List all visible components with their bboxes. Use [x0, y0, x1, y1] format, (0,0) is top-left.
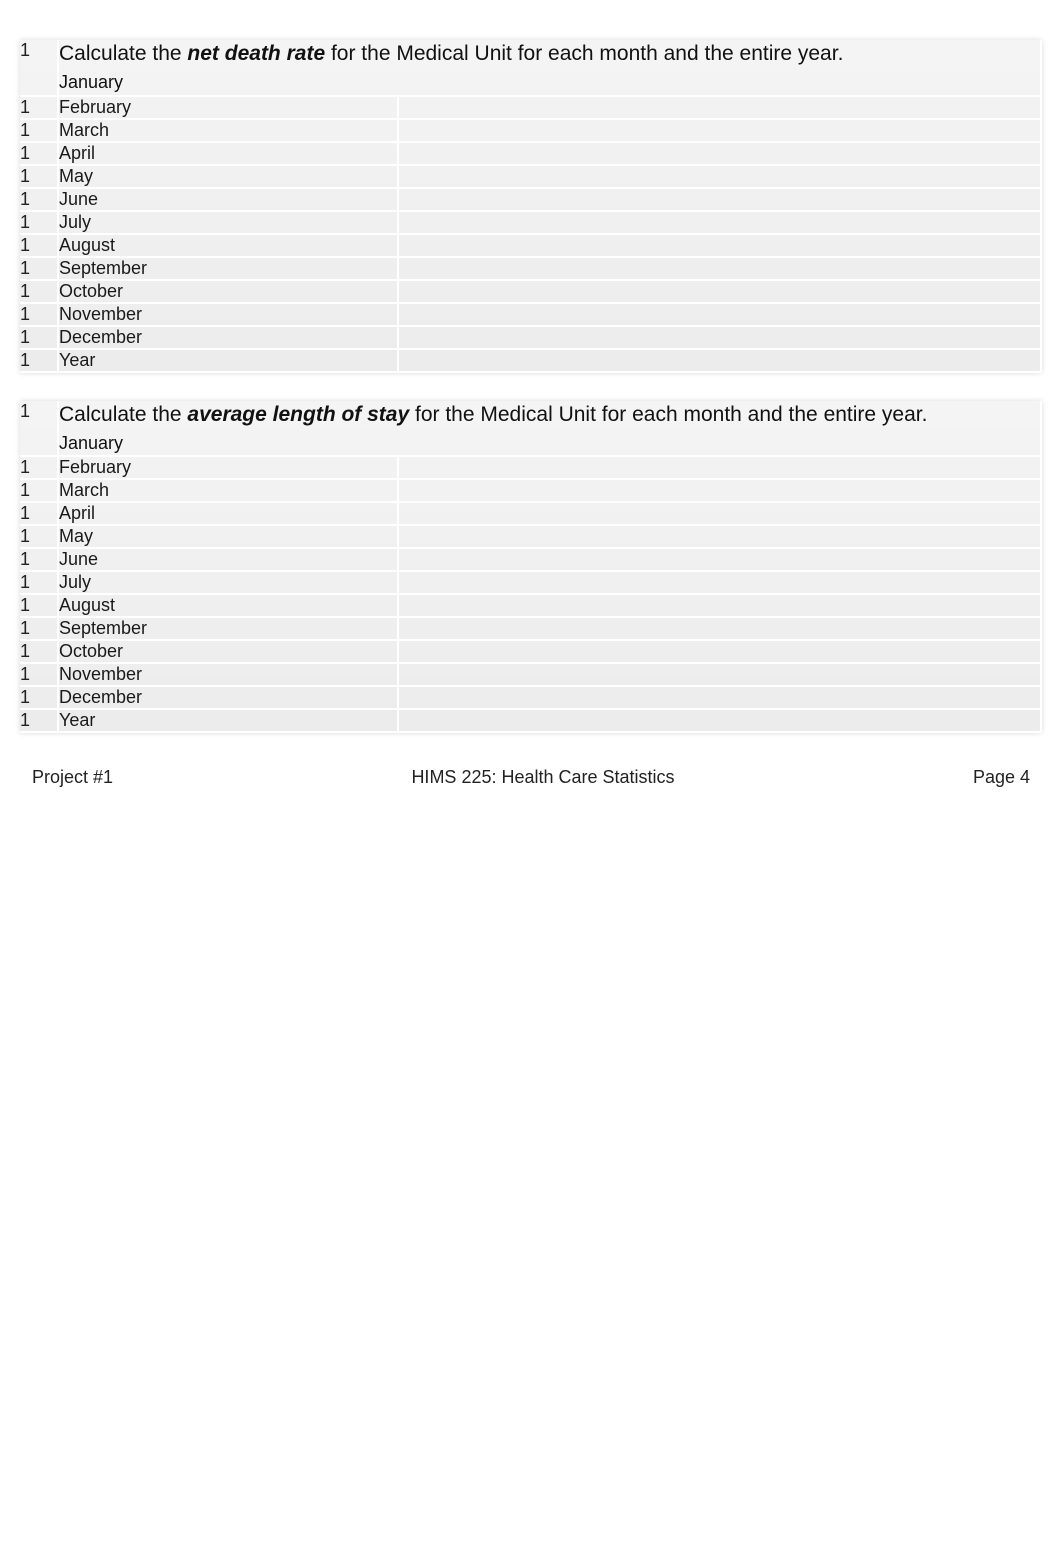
month-label: February — [58, 456, 398, 479]
month-label: June — [58, 548, 398, 571]
month-label: Year — [58, 709, 398, 732]
row-number: 1 — [20, 96, 58, 119]
month-label: September — [58, 257, 398, 280]
answer-cell[interactable] — [398, 303, 1041, 326]
month-label: August — [58, 234, 398, 257]
answer-cell[interactable] — [398, 234, 1041, 257]
month-label: October — [58, 280, 398, 303]
row-number: 1 — [20, 502, 58, 525]
month-label: April — [58, 142, 398, 165]
prompt-pre: Calculate the — [59, 403, 187, 426]
answer-cell[interactable] — [398, 326, 1041, 349]
answer-cell[interactable] — [398, 502, 1041, 525]
answer-cell[interactable] — [398, 211, 1041, 234]
answer-cell[interactable] — [398, 188, 1041, 211]
row-number: 1 — [20, 326, 58, 349]
row-number: 1 — [20, 119, 58, 142]
row-number: 1 — [20, 165, 58, 188]
answer-cell[interactable] — [398, 663, 1041, 686]
footer-right: Page 4 — [973, 767, 1030, 788]
answer-cell[interactable] — [398, 142, 1041, 165]
row-number: 1 — [20, 640, 58, 663]
row-number: 1 — [20, 456, 58, 479]
row-number: 1 — [20, 663, 58, 686]
row-number: 1 — [20, 303, 58, 326]
prompt-bold: average length of stay — [187, 403, 409, 426]
row-number: 1 — [20, 548, 58, 571]
month-label: July — [58, 211, 398, 234]
month-label: December — [58, 326, 398, 349]
row-number: 1 — [20, 234, 58, 257]
page-footer: Project #1 HIMS 225: Health Care Statist… — [20, 761, 1042, 788]
answer-cell[interactable] — [398, 640, 1041, 663]
row-number: 1 — [20, 479, 58, 502]
section-net-death-rate: 1 Calculate the net death rate for the M… — [20, 40, 1042, 373]
row-number: 1 — [20, 686, 58, 709]
month-label: November — [58, 303, 398, 326]
month-label: June — [58, 188, 398, 211]
answer-cell[interactable] — [398, 686, 1041, 709]
month-label: September — [58, 617, 398, 640]
month-label: May — [58, 165, 398, 188]
month-label: November — [58, 663, 398, 686]
answer-cell[interactable] — [398, 456, 1041, 479]
month-label: Year — [58, 349, 398, 372]
prompt-bold: net death rate — [187, 42, 325, 65]
month-label: August — [58, 594, 398, 617]
row-number: 1 — [20, 142, 58, 165]
month-label: April — [58, 502, 398, 525]
prompt-post: for the Medical Unit for each month and … — [409, 403, 927, 426]
row-number: 1 — [20, 594, 58, 617]
answer-cell[interactable] — [398, 349, 1041, 372]
answer-cell[interactable] — [398, 280, 1041, 303]
section-prompt: Calculate the average length of stay for… — [58, 401, 1041, 457]
footer-left: Project #1 — [32, 767, 113, 788]
prompt-pre: Calculate the — [59, 42, 187, 65]
answer-cell[interactable] — [398, 525, 1041, 548]
answer-cell[interactable] — [398, 165, 1041, 188]
row-number: 1 — [20, 617, 58, 640]
answer-cell[interactable] — [398, 709, 1041, 732]
answer-cell[interactable] — [398, 257, 1041, 280]
month-label: December — [58, 686, 398, 709]
answer-cell[interactable] — [398, 479, 1041, 502]
row-number: 1 — [20, 709, 58, 732]
answer-cell[interactable] — [398, 617, 1041, 640]
row-number: 1 — [20, 188, 58, 211]
month-label: May — [58, 525, 398, 548]
section-average-length-of-stay: 1 Calculate the average length of stay f… — [20, 401, 1042, 734]
month-label: January — [59, 68, 1040, 94]
month-label: July — [58, 571, 398, 594]
row-number: 1 — [20, 280, 58, 303]
month-label: January — [59, 429, 1040, 455]
answer-cell[interactable] — [398, 548, 1041, 571]
footer-center: HIMS 225: Health Care Statistics — [113, 767, 973, 788]
answer-cell[interactable] — [398, 96, 1041, 119]
row-number: 1 — [20, 211, 58, 234]
row-number: 1 — [20, 571, 58, 594]
row-number: 1 — [20, 525, 58, 548]
row-number: 1 — [20, 40, 58, 96]
month-label: October — [58, 640, 398, 663]
section-prompt: Calculate the net death rate for the Med… — [58, 40, 1041, 96]
row-number: 1 — [20, 401, 58, 457]
answer-cell[interactable] — [398, 594, 1041, 617]
prompt-post: for the Medical Unit for each month and … — [325, 42, 843, 65]
month-label: March — [58, 119, 398, 142]
answer-cell[interactable] — [398, 119, 1041, 142]
month-label: March — [58, 479, 398, 502]
answer-cell[interactable] — [398, 571, 1041, 594]
month-label: February — [58, 96, 398, 119]
row-number: 1 — [20, 349, 58, 372]
row-number: 1 — [20, 257, 58, 280]
